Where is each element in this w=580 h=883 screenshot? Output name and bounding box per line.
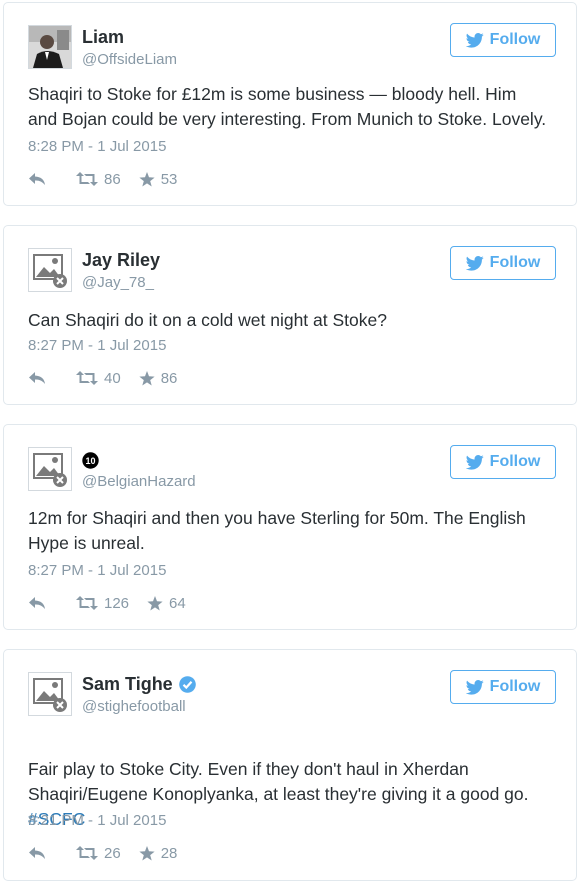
svg-text:10: 10 xyxy=(85,456,95,466)
star-icon xyxy=(147,595,163,610)
tweet-actions: 86 53 xyxy=(28,169,177,189)
retweet-button[interactable]: 86 xyxy=(76,171,121,188)
reply-button[interactable] xyxy=(28,172,48,186)
user-handle[interactable]: @stighefootball xyxy=(82,698,186,715)
reply-button[interactable] xyxy=(28,596,48,610)
tweet-text: 12m for Shaqiri and then you have Sterli… xyxy=(28,508,526,553)
star-icon xyxy=(139,171,155,186)
avatar[interactable] xyxy=(28,25,72,69)
star-icon xyxy=(139,845,155,860)
avatar[interactable] xyxy=(28,447,72,491)
retweet-count: 26 xyxy=(104,844,121,862)
reply-button[interactable] xyxy=(28,371,48,385)
user-handle[interactable]: @BelgianHazard xyxy=(82,473,196,490)
retweet-button[interactable]: 26 xyxy=(76,845,121,862)
tweet-text: Shaqiri to Stoke for £12m is some busine… xyxy=(28,84,547,129)
favorite-count: 64 xyxy=(169,594,186,612)
tweet-timestamp[interactable]: 8:21 PM - 1 Jul 2015 xyxy=(28,812,166,829)
retweet-button[interactable]: 126 xyxy=(76,595,129,612)
favorite-button[interactable]: 28 xyxy=(139,844,178,862)
retweet-icon xyxy=(76,596,98,610)
tweet-card: Sam Tighe @stighefootball Follow Fair pl… xyxy=(3,649,577,881)
user-handle[interactable]: @Jay_78_ xyxy=(82,274,154,291)
broken-image-icon xyxy=(29,249,71,291)
user-handle[interactable]: @OffsideLiam xyxy=(82,51,177,68)
retweet-count: 86 xyxy=(104,170,121,188)
bird-icon xyxy=(465,32,484,48)
reply-icon xyxy=(29,597,45,609)
favorite-button[interactable]: 53 xyxy=(139,170,178,188)
favorite-button[interactable]: 86 xyxy=(139,369,178,387)
retweet-count: 126 xyxy=(104,594,130,612)
user-name[interactable]: Liam xyxy=(82,27,124,48)
broken-image-icon xyxy=(29,448,71,490)
tweet-timestamp[interactable]: 8:27 PM - 1 Jul 2015 xyxy=(28,562,166,579)
tweet-actions: 26 28 xyxy=(28,843,177,863)
retweet-button[interactable]: 40 xyxy=(76,370,121,387)
tweet-timestamp[interactable]: 8:27 PM - 1 Jul 2015 xyxy=(28,337,166,354)
avatar[interactable] xyxy=(28,672,72,716)
star-icon xyxy=(139,370,155,385)
tweet-card: Jay Riley @Jay_78_ Follow Can Shaqiri do… xyxy=(3,225,577,405)
retweet-icon xyxy=(76,172,98,186)
follow-button[interactable]: Follow xyxy=(450,23,556,57)
follow-button[interactable]: Follow xyxy=(450,445,556,479)
reply-icon xyxy=(29,847,45,859)
favorite-count: 28 xyxy=(160,844,178,862)
verified-badge-icon xyxy=(178,676,196,693)
retweet-icon xyxy=(76,371,98,385)
bird-icon xyxy=(465,255,484,271)
tweet-actions: 126 64 xyxy=(28,593,186,613)
user-name[interactable]: 10 xyxy=(82,452,105,469)
tweet-text: Can Shaqiri do it on a cold wet night at… xyxy=(28,310,387,330)
favorite-button[interactable]: 64 xyxy=(147,595,186,612)
follow-button[interactable]: Follow xyxy=(450,670,556,704)
broken-image-icon xyxy=(29,673,71,715)
avatar[interactable] xyxy=(28,248,72,292)
bird-icon xyxy=(465,454,484,470)
reply-icon xyxy=(29,173,45,185)
reply-button[interactable] xyxy=(28,846,48,860)
retweet-count: 40 xyxy=(104,369,121,387)
favorite-count: 53 xyxy=(160,170,178,188)
tweet-actions: 40 86 xyxy=(28,368,177,388)
tweet-card: 10 @BelgianHazard Follow 12m for Shaqiri… xyxy=(3,424,577,630)
tweet-card: Liam @OffsideLiam Follow Shaqiri to Stok… xyxy=(3,2,577,206)
user-name[interactable]: Jay Riley xyxy=(82,250,160,271)
bird-icon xyxy=(465,679,484,695)
follow-button[interactable]: Follow xyxy=(450,246,556,280)
favorite-count: 86 xyxy=(160,369,178,387)
number-ten-badge-icon: 10 xyxy=(82,452,99,469)
user-name[interactable]: Sam Tighe xyxy=(82,674,196,695)
tweet-timestamp[interactable]: 8:28 PM - 1 Jul 2015 xyxy=(28,138,166,155)
profile-photo-icon xyxy=(29,26,71,68)
reply-icon xyxy=(29,372,45,384)
retweet-icon xyxy=(76,846,98,860)
